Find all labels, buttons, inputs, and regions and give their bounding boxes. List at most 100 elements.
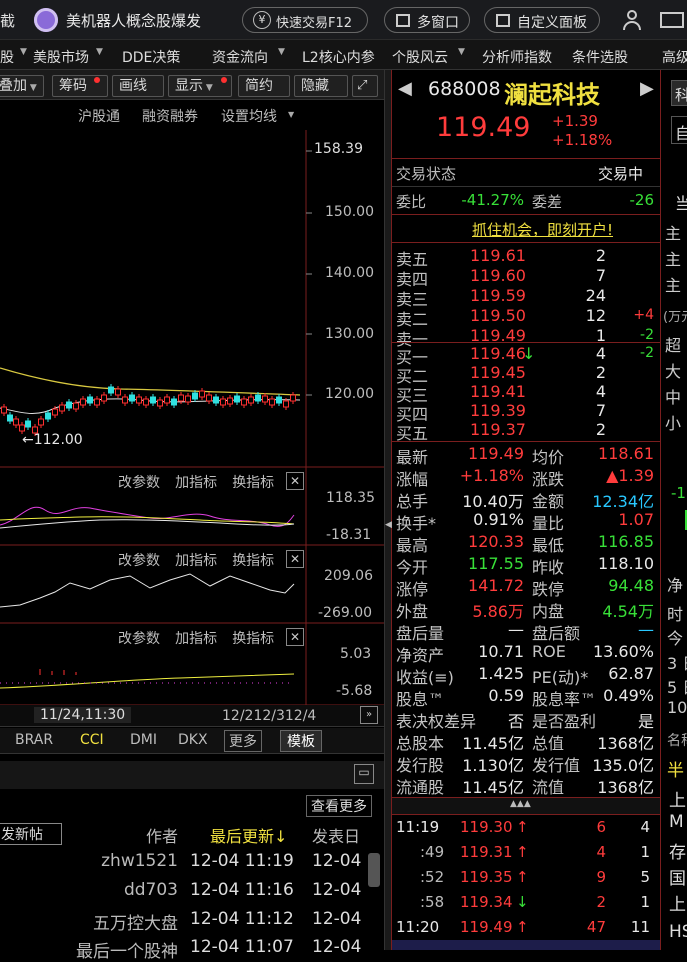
param-button[interactable]: 改参数 (118, 475, 160, 491)
tick-price: 119.35 (460, 868, 513, 886)
bid-volume: 4 (595, 344, 606, 363)
panel-splitter[interactable]: ◀ (384, 70, 392, 950)
side-text: 3 日 (667, 654, 687, 673)
side-text: -1 (671, 484, 686, 502)
commission-diff-label: 委差 (532, 193, 563, 211)
expand-icon[interactable]: ⤢ (352, 75, 378, 97)
ask-volume: 2 (595, 246, 606, 265)
tab-dkx[interactable]: DKX (178, 732, 208, 748)
candle (213, 396, 219, 404)
indicator-controls-3: 改参数 加指标 换指标 (118, 628, 274, 648)
view-more-button[interactable]: 查看更多 (306, 795, 372, 817)
param-button[interactable]: 改参数 (118, 553, 160, 569)
stat-label: 总股本 (396, 734, 445, 753)
bid-price[interactable]: 119.45 (470, 363, 526, 382)
template-button[interactable]: 模板 (280, 730, 322, 752)
bid-price[interactable]: 119.37 (470, 420, 526, 439)
date-labels: 12/212/312/4 (222, 708, 317, 724)
overlay-button[interactable]: 叠加 ▼ (0, 75, 44, 97)
ask-change: +4 (633, 307, 654, 323)
candle (19, 424, 25, 432)
stat-label: 盘后量 (396, 624, 445, 643)
mail-icon[interactable] (660, 12, 684, 28)
menu-item-l2[interactable]: L2核心内参 (302, 47, 375, 67)
menu-item-us-market[interactable]: 美股市场 (33, 47, 89, 67)
new-post-button[interactable]: 发新帖 (0, 823, 62, 845)
scroll-right-icon[interactable]: » (360, 706, 378, 724)
candle (206, 394, 212, 402)
tab-dmi[interactable]: DMI (130, 732, 157, 748)
next-stock-icon[interactable]: ▶ (640, 78, 654, 99)
more-tabs-button[interactable]: 更多 (224, 730, 262, 752)
minimize-icon[interactable]: ▭ (354, 764, 374, 784)
stat-value: 4.54万 (602, 602, 654, 621)
multi-window-button[interactable]: 多窗口 (384, 7, 470, 33)
simple-button[interactable]: 简约 (238, 75, 290, 97)
menu-item-analyst[interactable]: 分析师指数 (482, 47, 552, 67)
side-panel: 科 自 当 主 主 主 (万元 超 大 中 小 -1 净 时 今 3 日 5 日… (660, 70, 687, 950)
tab-cci[interactable]: CCI (80, 732, 104, 748)
stat-value: 0.49% (603, 686, 654, 705)
add-indicator-button[interactable]: 加指标 (175, 631, 217, 647)
menu-item-0[interactable]: 股 (0, 47, 14, 67)
menu-item-screener[interactable]: 条件选股 (572, 47, 628, 67)
menu-item-stock-news[interactable]: 个股风云 (392, 47, 448, 67)
candle (290, 394, 296, 402)
tick-volume: 9 (596, 868, 606, 886)
up-arrow-icon: ↑ (516, 868, 529, 886)
bid-price[interactable]: 119.39 (470, 401, 526, 420)
ask-price[interactable]: 119.50 (470, 306, 526, 325)
swap-indicator-button[interactable]: 换指标 (232, 631, 274, 647)
col-author[interactable]: 作者 (146, 823, 178, 847)
ticks-toggle[interactable]: ▲▲▲ (392, 797, 660, 815)
user-icon[interactable] (622, 10, 642, 30)
ask-price[interactable]: 119.61 (470, 246, 526, 265)
swap-indicator-button[interactable]: 换指标 (232, 553, 274, 569)
candle (13, 418, 19, 426)
quick-trade-button[interactable]: ¥ 快速交易F12 (242, 7, 368, 33)
param-button[interactable]: 改参数 (118, 631, 160, 647)
candle (283, 400, 289, 408)
stat-label: 内盘 (532, 602, 565, 621)
stat-label: 均价 (532, 448, 565, 467)
ask-price[interactable]: 119.60 (470, 266, 526, 285)
price-change: +1.39 (552, 112, 598, 130)
add-indicator-button[interactable]: 加指标 (175, 553, 217, 569)
col-date[interactable]: 发表日 (312, 823, 360, 847)
close-icon[interactable]: ✕ (286, 472, 304, 490)
prev-stock-icon[interactable]: ◀ (398, 78, 412, 99)
swap-indicator-button[interactable]: 换指标 (232, 475, 274, 491)
menu-item-advanced[interactable]: 高级 (662, 47, 687, 67)
chevron-down-icon: ▼ (278, 47, 285, 57)
stat-label: 最新 (396, 448, 429, 467)
add-indicator-button[interactable]: 加指标 (175, 475, 217, 491)
candle (122, 396, 128, 404)
news-headline[interactable]: 美机器人概念股爆发 (66, 10, 201, 31)
custom-panel-button[interactable]: 自定义面板 (484, 7, 600, 33)
ask-volume: 12 (585, 306, 606, 325)
scrollbar-thumb[interactable] (368, 853, 380, 887)
open-account-banner[interactable]: 抓住机会，即刻开户! (472, 219, 613, 240)
stat-value: ▲1.39 (606, 466, 654, 485)
menu-item-dde[interactable]: DDE决策 (122, 47, 180, 67)
stat-label: 涨幅 (396, 470, 429, 489)
bid-price[interactable]: 119.46 (470, 344, 526, 363)
stat-value: 118.61 (598, 444, 654, 463)
ask-price[interactable]: 119.59 (470, 286, 526, 305)
indicator-tick: 5.03 (340, 646, 372, 662)
indicator-tabs: BRAR CCI DMI DKX 更多 模板 (0, 728, 384, 754)
side-text: 中 (665, 388, 682, 407)
side-text: 10 (667, 698, 687, 717)
close-icon[interactable]: ✕ (286, 628, 304, 646)
cci-line (0, 573, 295, 608)
draw-line-button[interactable]: 画线 (112, 75, 164, 97)
multi-window-label: 多窗口 (417, 15, 459, 31)
col-last-update[interactable]: 最后更新↓ (210, 823, 287, 847)
collapse-icon[interactable]: ◀ (385, 520, 392, 530)
hide-button[interactable]: 隐藏 ▶▶ (294, 75, 348, 115)
post-date: 12-04 (312, 937, 362, 957)
menu-item-fund-flow[interactable]: 资金流向 (212, 47, 268, 67)
bid-price[interactable]: 119.41 (470, 382, 526, 401)
close-icon[interactable]: ✕ (286, 550, 304, 568)
tab-brar[interactable]: BRAR (15, 732, 53, 748)
